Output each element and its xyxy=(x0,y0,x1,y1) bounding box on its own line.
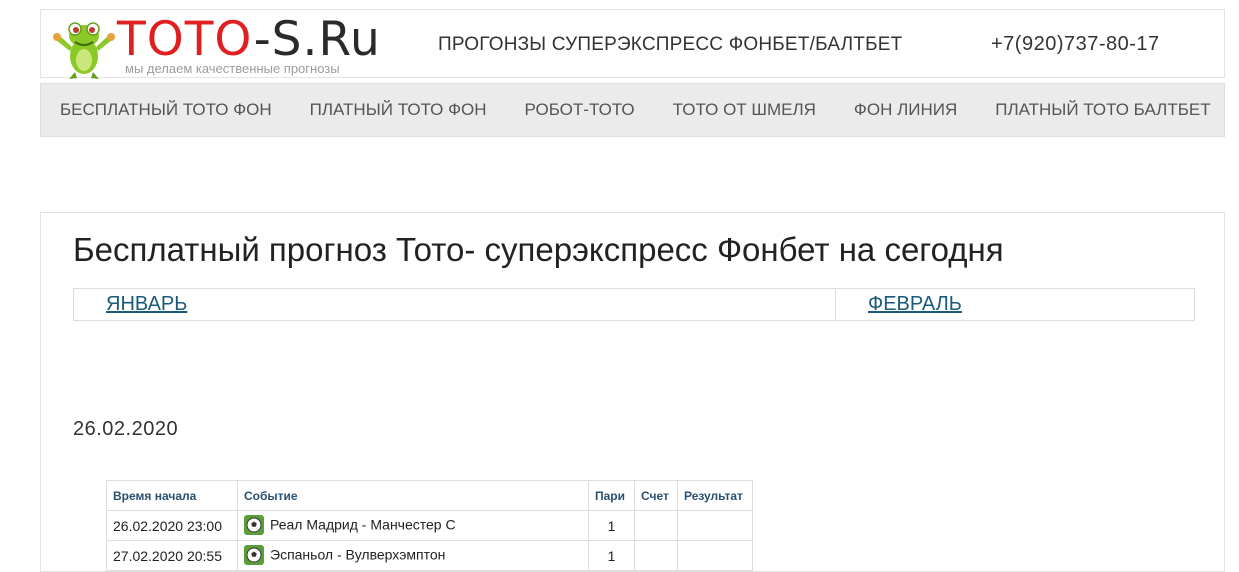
cell-event: Реал Мадрид - Манчестер С xyxy=(237,510,589,541)
month-cell-january: ЯНВАРЬ xyxy=(74,289,836,320)
logo-brand-dark: -S.Ru xyxy=(253,12,381,67)
header-title: ПРОГОНЗЫ СУПЕРЭКСПРЕСС ФОНБЕТ/БАЛТБЕТ xyxy=(438,34,903,55)
nav-item-free-toto-fon[interactable]: БЕСПЛАТНЫЙ ТОТО ФОН xyxy=(41,100,291,120)
nav-item-paid-toto-baltbet[interactable]: ПЛАТНЫЙ ТОТО БАЛТБЕТ xyxy=(976,100,1229,120)
cell-result xyxy=(677,510,753,541)
table-row: 27.02.2020 20:55 Эспаньол - Вулверхэмпто… xyxy=(106,540,753,571)
column-header-pari: Пари xyxy=(588,480,635,511)
month-selector: ЯНВАРЬ ФЕВРАЛЬ xyxy=(73,288,1195,321)
month-cell-february: ФЕВРАЛЬ xyxy=(836,289,1194,320)
cell-pari: 1 xyxy=(588,510,635,541)
column-header-score: Счет xyxy=(634,480,678,511)
logo-text: TOTO-S.Ru xyxy=(117,12,381,68)
logo-tagline: мы делаем качественные прогнозы xyxy=(125,61,340,76)
main-nav: БЕСПЛАТНЫЙ ТОТО ФОН ПЛАТНЫЙ ТОТО ФОН РОБ… xyxy=(40,83,1225,137)
header-phone[interactable]: +7(920)737-80-17 xyxy=(991,33,1160,56)
cell-time: 27.02.2020 20:55 xyxy=(106,540,238,571)
month-link-february[interactable]: ФЕВРАЛЬ xyxy=(868,293,962,316)
table-header-row: Время начала Событие Пари Счет Результат xyxy=(106,480,753,511)
table-row: 26.02.2020 23:00 Реал Мадрид - Манчестер… xyxy=(106,510,753,541)
events-table: Время начала Событие Пари Счет Результат… xyxy=(106,480,753,571)
column-header-result: Результат xyxy=(677,480,753,511)
cell-pari: 1 xyxy=(588,540,635,571)
column-header-time: Время начала xyxy=(106,480,238,511)
month-link-january[interactable]: ЯНВАРЬ xyxy=(106,293,187,316)
nav-item-toto-shmel[interactable]: ТОТО ОТ ШМЕЛЯ xyxy=(654,100,835,120)
nav-item-fon-line[interactable]: ФОН ЛИНИЯ xyxy=(835,100,976,120)
date-heading: 26.02.2020 xyxy=(73,418,179,440)
column-header-event: Событие xyxy=(237,480,589,511)
event-name: Эспаньол - Вулверхэмптон xyxy=(270,546,446,563)
cell-result xyxy=(677,540,753,571)
cell-score xyxy=(634,540,678,571)
frog-logo-icon xyxy=(53,22,115,79)
page-title: Бесплатный прогноз Тото- суперэкспресс Ф… xyxy=(73,231,1004,268)
cell-time: 26.02.2020 23:00 xyxy=(106,510,238,541)
site-header: TOTO-S.Ru мы делаем качественные прогноз… xyxy=(40,9,1225,79)
cell-score xyxy=(634,510,678,541)
site-logo[interactable]: TOTO-S.Ru мы делаем качественные прогноз… xyxy=(51,12,406,79)
event-name: Реал Мадрид - Манчестер С xyxy=(270,516,456,533)
nav-item-paid-toto-fon[interactable]: ПЛАТНЫЙ ТОТО ФОН xyxy=(291,100,506,120)
main-content: Бесплатный прогноз Тото- суперэкспресс Ф… xyxy=(40,212,1225,572)
logo-brand-red: TOTO xyxy=(117,12,254,67)
cell-event: Эспаньол - Вулверхэмптон xyxy=(237,540,589,571)
nav-item-robot-toto[interactable]: РОБОТ-ТОТО xyxy=(506,100,654,120)
soccer-ball-icon xyxy=(244,514,264,535)
